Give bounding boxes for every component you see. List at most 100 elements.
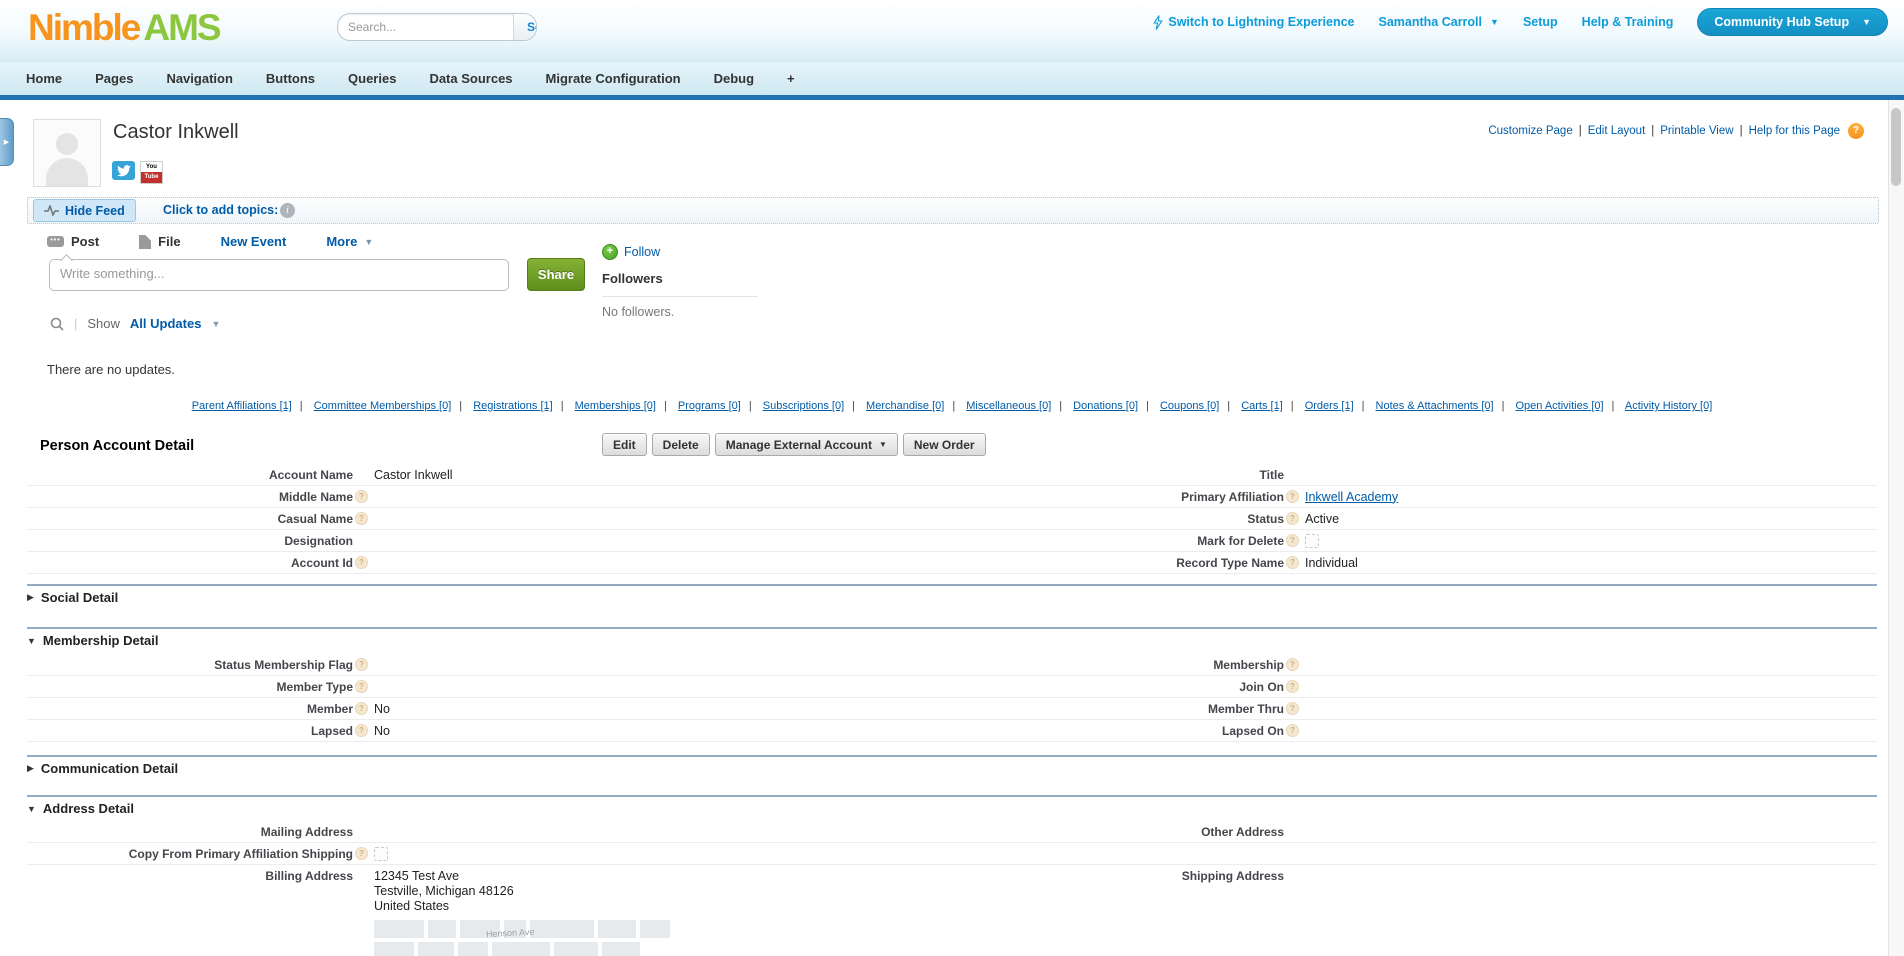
help-icon[interactable]: ?: [1286, 490, 1299, 503]
file-action[interactable]: File: [139, 234, 180, 249]
related-link-carts[interactable]: Carts [1]: [1241, 400, 1283, 412]
help-icon[interactable]: ?: [355, 658, 368, 671]
sidebar-collapse-tab[interactable]: ▶: [0, 118, 14, 166]
tab-buttons[interactable]: Buttons: [266, 71, 315, 86]
add-topics-link[interactable]: Click to add topics:: [163, 198, 278, 223]
tab-add[interactable]: +: [787, 71, 795, 86]
lightning-bolt-icon: [1153, 15, 1163, 30]
help-icon[interactable]: ?: [355, 847, 368, 860]
printable-view-link[interactable]: Printable View: [1660, 125, 1733, 137]
related-link-miscellaneous[interactable]: Miscellaneous [0]: [966, 400, 1051, 412]
mark-for-delete-checkbox[interactable]: [1305, 534, 1319, 548]
tab-debug[interactable]: Debug: [714, 71, 754, 86]
tab-pages[interactable]: Pages: [95, 71, 133, 86]
app-tab-bar: Home Pages Navigation Buttons Queries Da…: [0, 62, 1904, 100]
field-label: Casual Name: [278, 512, 353, 526]
field-label: Membership: [1213, 658, 1284, 672]
follow-button[interactable]: + Follow: [602, 244, 660, 260]
avatar[interactable]: [33, 119, 101, 187]
tab-navigation[interactable]: Navigation: [166, 71, 232, 86]
help-icon[interactable]: ?: [1286, 658, 1299, 671]
user-menu[interactable]: Samantha Carroll ▼: [1379, 15, 1499, 29]
setup-link[interactable]: Setup: [1523, 15, 1558, 29]
help-icon[interactable]: ?: [1286, 556, 1299, 569]
related-link-donations[interactable]: Donations [0]: [1073, 400, 1138, 412]
twitter-icon[interactable]: [112, 161, 135, 180]
related-link-coupons[interactable]: Coupons [0]: [1160, 400, 1219, 412]
field-value: [370, 847, 774, 861]
help-icon[interactable]: ?: [355, 512, 368, 525]
help-icon[interactable]: ?: [1286, 680, 1299, 693]
community-hub-setup-button[interactable]: Community Hub Setup ▼: [1697, 8, 1888, 36]
new-event-action[interactable]: New Event: [221, 234, 287, 249]
field-label: Lapsed: [311, 724, 353, 738]
section-membership-detail[interactable]: ▼ Membership Detail: [27, 633, 159, 648]
related-link-notes-attachments[interactable]: Notes & Attachments [0]: [1376, 400, 1494, 412]
help-icon[interactable]: ?: [1286, 534, 1299, 547]
search-button[interactable]: Search: [513, 14, 537, 40]
help-question-icon[interactable]: ?: [1848, 123, 1864, 139]
youtube-icon[interactable]: You Tube: [140, 161, 163, 184]
new-order-button[interactable]: New Order: [903, 433, 986, 456]
help-for-this-page-link[interactable]: Help for this Page: [1749, 125, 1840, 137]
delete-button[interactable]: Delete: [652, 433, 710, 456]
field-label: Status: [1247, 512, 1284, 526]
help-icon[interactable]: ?: [355, 556, 368, 569]
vertical-scrollbar[interactable]: [1888, 100, 1904, 956]
search-icon[interactable]: [50, 317, 64, 331]
field-label: Member Thru: [1208, 702, 1284, 716]
tab-home[interactable]: Home: [26, 71, 62, 86]
search-input[interactable]: [338, 14, 513, 40]
customize-page-link[interactable]: Customize Page: [1488, 125, 1572, 137]
speech-bubble-icon: •••: [47, 236, 64, 247]
hide-feed-button[interactable]: Hide Feed: [33, 199, 136, 222]
billing-address-map[interactable]: Henson Ave: [374, 920, 674, 956]
help-icon[interactable]: ?: [355, 702, 368, 715]
info-icon[interactable]: i: [280, 203, 295, 218]
help-icon[interactable]: ?: [1286, 702, 1299, 715]
tab-migrate-configuration[interactable]: Migrate Configuration: [546, 71, 681, 86]
manage-external-account-button[interactable]: Manage External Account ▼: [715, 433, 898, 456]
section-communication-detail[interactable]: ▶ Communication Detail: [27, 761, 178, 776]
field-value: [1301, 865, 1877, 869]
section-social-detail[interactable]: ▶ Social Detail: [27, 590, 118, 605]
scrollbar-thumb[interactable]: [1891, 108, 1901, 186]
help-training-link[interactable]: Help & Training: [1582, 15, 1674, 29]
help-icon[interactable]: ?: [1286, 512, 1299, 525]
section-address-detail[interactable]: ▼ Address Detail: [27, 801, 134, 816]
field-label: Other Address: [1201, 825, 1284, 839]
edit-button[interactable]: Edit: [602, 433, 647, 456]
related-link-committee-memberships[interactable]: Committee Memberships [0]: [314, 400, 452, 412]
more-actions-menu[interactable]: More ▼: [326, 234, 373, 249]
file-icon: [139, 235, 151, 249]
avatar-silhouette: [56, 133, 78, 155]
related-link-merchandise[interactable]: Merchandise [0]: [866, 400, 944, 412]
edit-layout-link[interactable]: Edit Layout: [1588, 125, 1646, 137]
primary-affiliation-link[interactable]: Inkwell Academy: [1305, 490, 1398, 504]
help-icon[interactable]: ?: [355, 490, 368, 503]
post-action[interactable]: ••• Post: [47, 234, 99, 249]
share-button[interactable]: Share: [527, 258, 585, 291]
related-link-subscriptions[interactable]: Subscriptions [0]: [763, 400, 844, 412]
related-link-registrations[interactable]: Registrations [1]: [473, 400, 553, 412]
help-icon[interactable]: ?: [1286, 724, 1299, 737]
tab-data-sources[interactable]: Data Sources: [429, 71, 512, 86]
chevron-down-icon: ▼: [364, 237, 373, 247]
copy-shipping-checkbox[interactable]: [374, 847, 388, 861]
help-icon[interactable]: ?: [355, 680, 368, 693]
related-link-activity-history[interactable]: Activity History [0]: [1625, 400, 1712, 412]
related-link-orders[interactable]: Orders [1]: [1305, 400, 1354, 412]
related-link-programs[interactable]: Programs [0]: [678, 400, 741, 412]
divider: [602, 296, 758, 297]
related-link-memberships[interactable]: Memberships [0]: [575, 400, 656, 412]
field-value: Active: [1301, 512, 1877, 526]
related-link-open-activities[interactable]: Open Activities [0]: [1515, 400, 1603, 412]
tab-queries[interactable]: Queries: [348, 71, 396, 86]
related-link-parent-affiliations[interactable]: Parent Affiliations [1]: [192, 400, 292, 412]
help-icon[interactable]: ?: [355, 724, 368, 737]
post-composer-input[interactable]: [49, 259, 509, 291]
global-header: NimbleAMS Search Switch to Lightning Exp…: [0, 0, 1904, 62]
social-icons: You Tube: [112, 161, 163, 184]
feed-filter-dropdown[interactable]: All Updates: [130, 316, 202, 331]
switch-to-lightning-link[interactable]: Switch to Lightning Experience: [1153, 15, 1354, 30]
